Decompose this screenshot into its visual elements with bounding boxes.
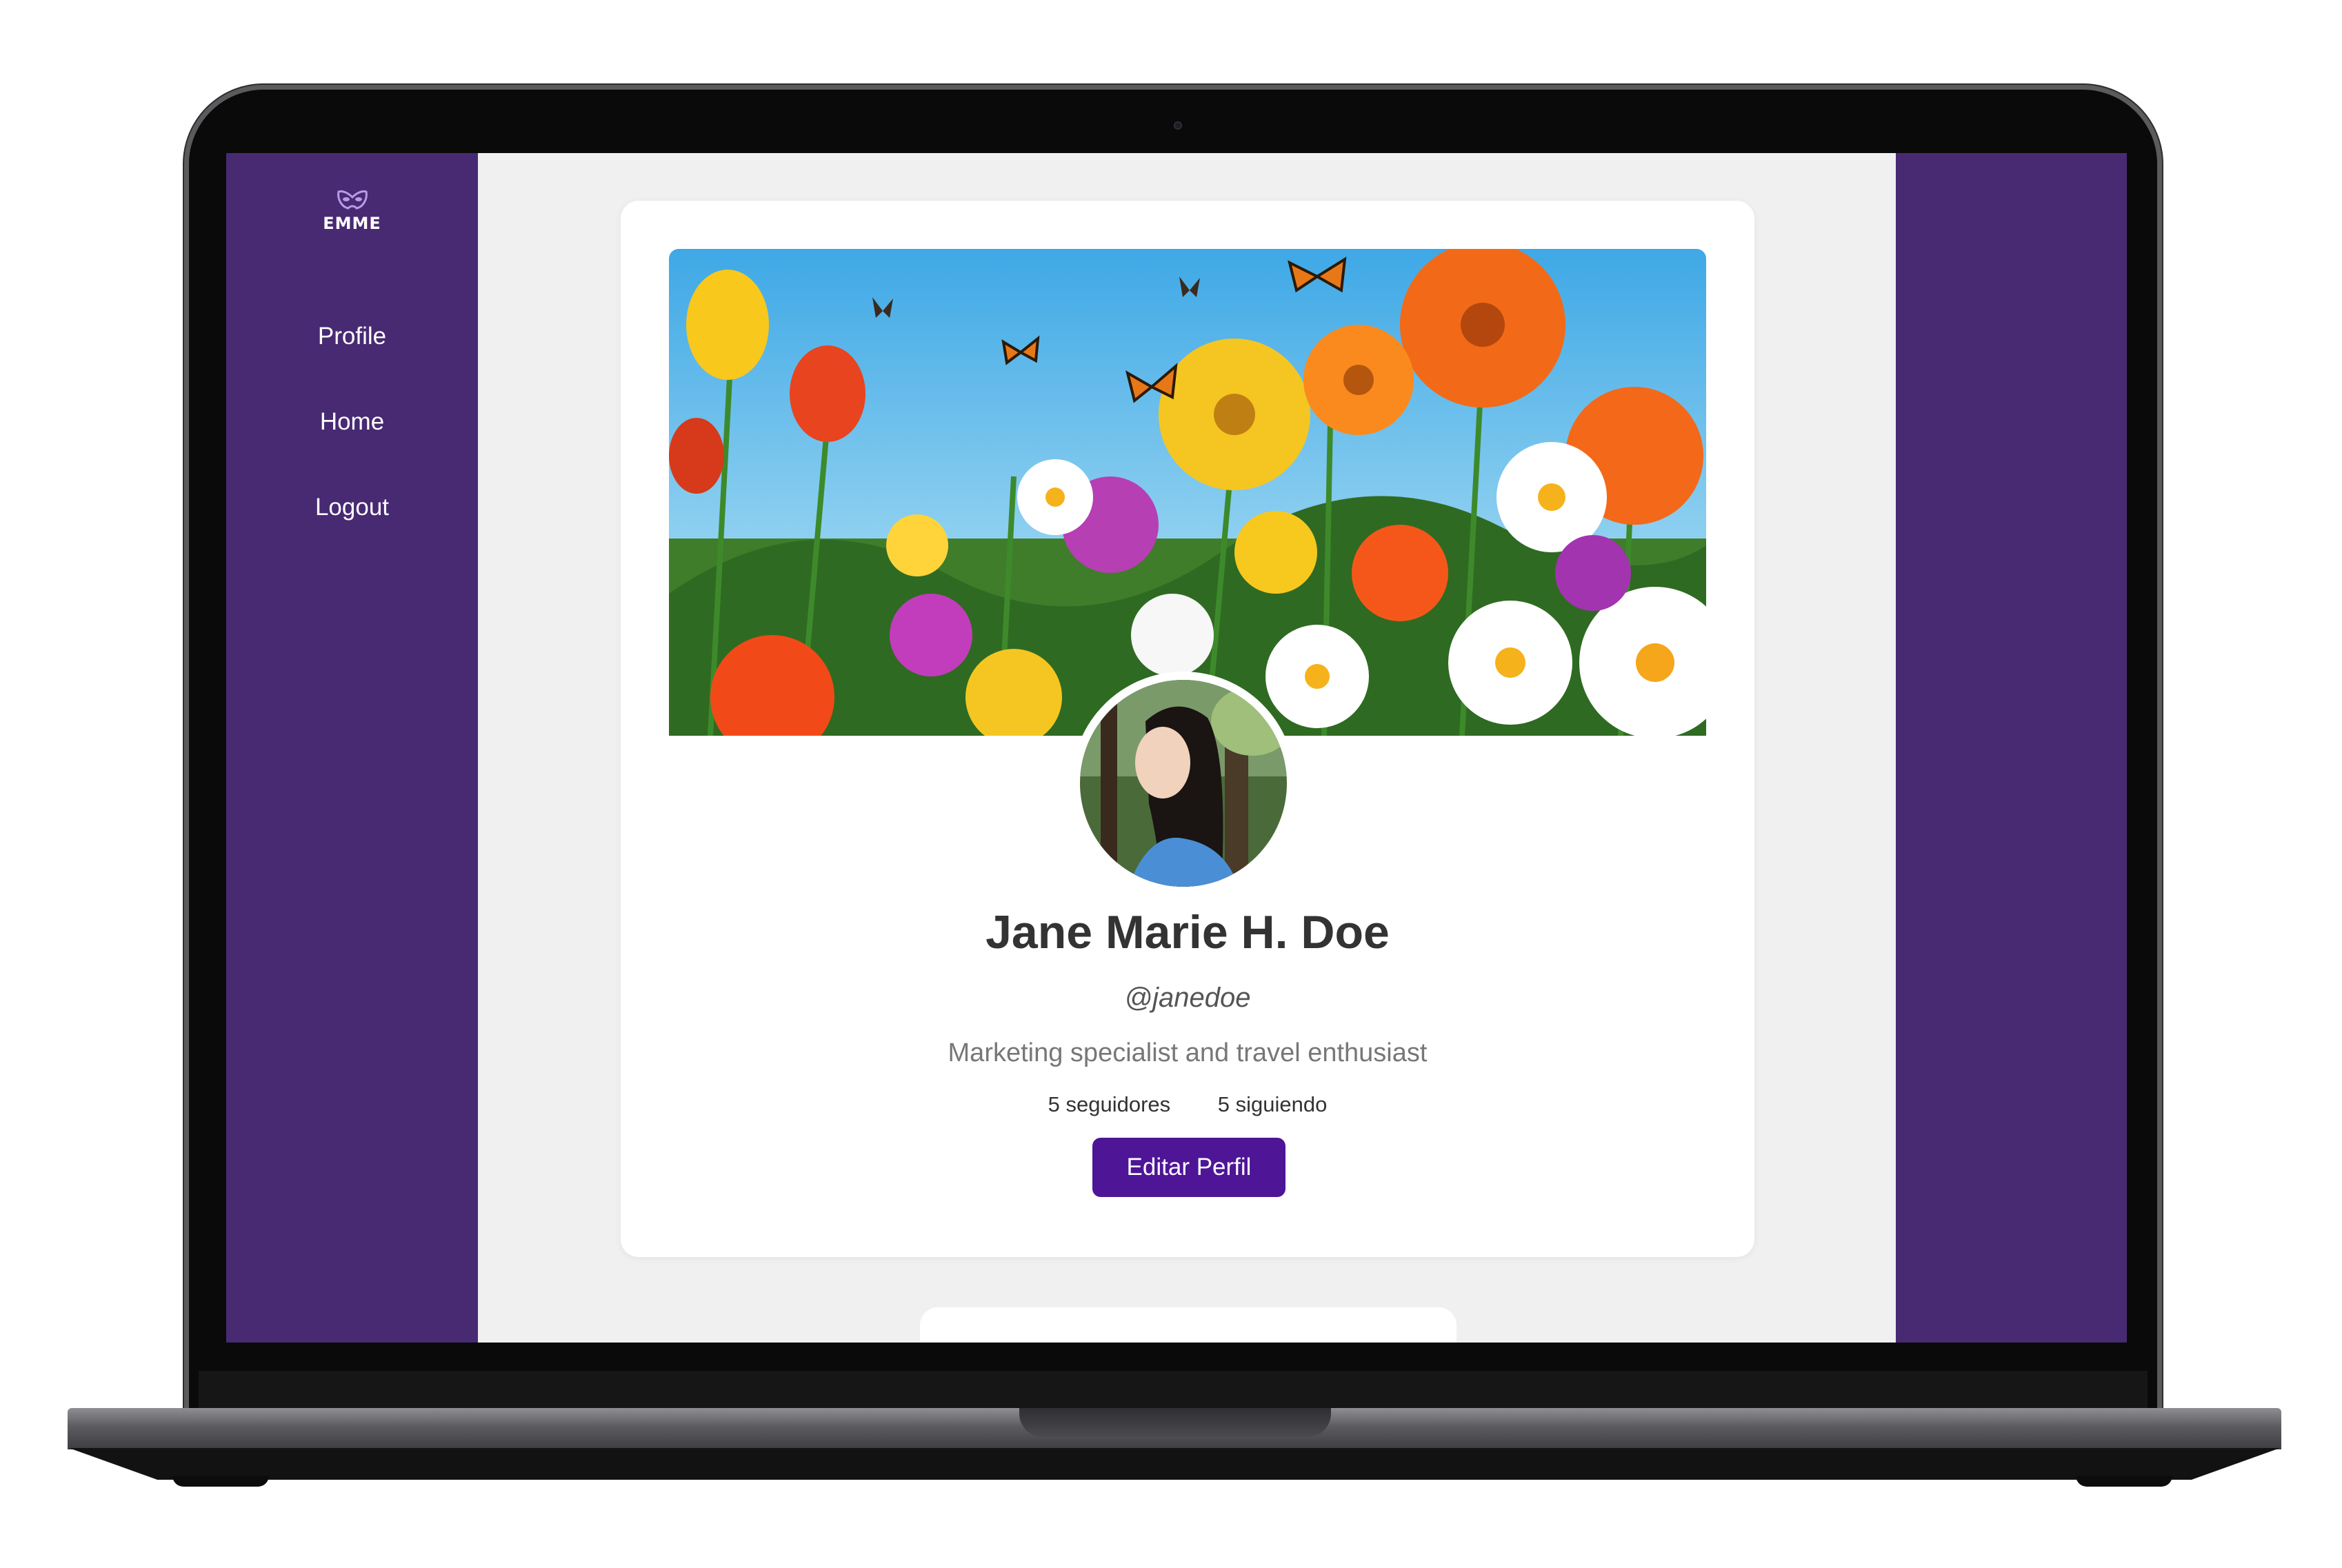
screen: EMME Profile Home Logout Jane Marie H. D… [226, 153, 2127, 1343]
laptop-foot [172, 1476, 269, 1487]
logo[interactable]: EMME [226, 189, 478, 233]
sidebar-item-profile[interactable]: Profile [226, 322, 478, 408]
sidebar-item-home[interactable]: Home [226, 408, 478, 493]
avatar[interactable] [1072, 672, 1295, 895]
laptop-bezel-bottom [199, 1371, 2148, 1411]
profile-name: Jane Marie H. Doe [985, 906, 1390, 958]
sidebar: EMME Profile Home Logout [226, 153, 478, 1343]
webcam [1174, 121, 1182, 130]
right-panel [1896, 153, 2127, 1343]
laptop-foot [2076, 1476, 2172, 1487]
laptop-base-underside [69, 1448, 2280, 1480]
post-card [920, 1307, 1457, 1343]
logo-text: EMME [323, 214, 381, 233]
sidebar-item-logout[interactable]: Logout [226, 493, 478, 579]
profile-handle: @janedoe [1124, 983, 1251, 1013]
laptop-notch [1019, 1408, 1331, 1437]
cover-photo [669, 249, 1706, 736]
profile-bio: Marketing specialist and travel enthusia… [948, 1038, 1428, 1067]
following-count[interactable]: 5 siguiendo [1218, 1092, 1328, 1116]
edit-profile-button[interactable]: Editar Perfil [1092, 1138, 1285, 1197]
mask-icon [337, 190, 368, 210]
profile-stats: 5 seguidores 5 siguiendo [621, 1092, 1754, 1117]
followers-count[interactable]: 5 seguidores [1048, 1092, 1171, 1116]
profile-card: Jane Marie H. Doe @janedoe Marketing spe… [621, 201, 1754, 1257]
sidebar-nav: Profile Home Logout [226, 322, 478, 579]
